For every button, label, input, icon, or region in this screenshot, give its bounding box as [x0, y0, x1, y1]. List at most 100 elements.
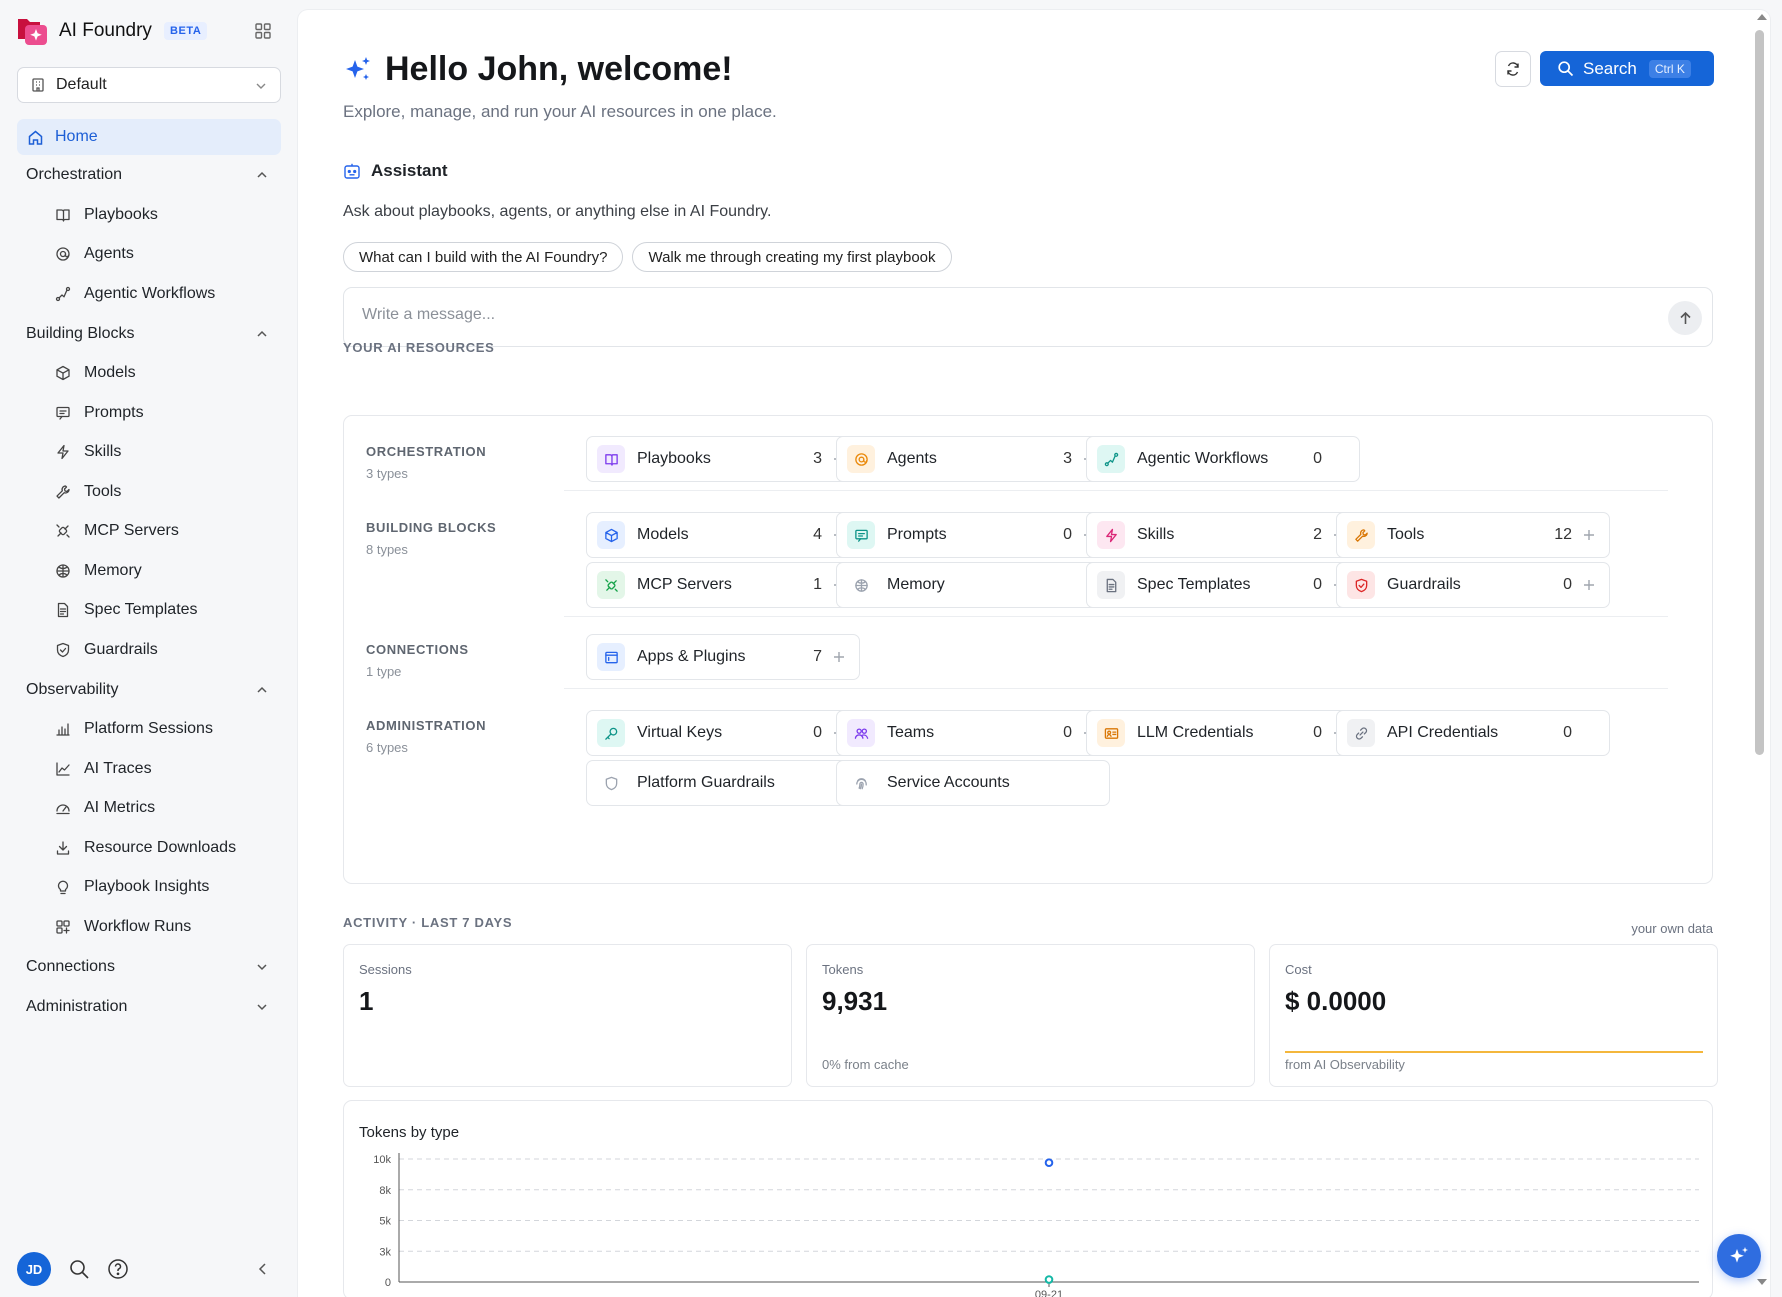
resource-card-platform-guardrails[interactable]: Platform Guardrails — [586, 760, 860, 806]
sidebar-item-home[interactable]: Home — [17, 119, 281, 155]
refresh-button[interactable] — [1495, 51, 1531, 87]
resource-card-tools[interactable]: Tools 12 — [1336, 512, 1610, 558]
resource-card-label: Apps & Plugins — [637, 648, 746, 665]
resource-card-teams[interactable]: Teams 0 — [836, 710, 1110, 756]
search-icon — [1558, 61, 1574, 77]
data-point[interactable] — [1044, 1275, 1054, 1284]
assistant-description: Ask about playbooks, agents, or anything… — [343, 203, 772, 220]
workspace-select[interactable]: Default — [17, 67, 281, 103]
nav-group-building-blocks[interactable]: Building Blocks — [17, 314, 281, 354]
chevron-up-icon — [255, 683, 269, 697]
sidebar-item-label: Tools — [84, 482, 122, 500]
stat-card-sessions: Sessions 1 — [343, 944, 792, 1087]
chevron-up-icon — [255, 327, 269, 341]
ai-metrics-icon — [55, 800, 71, 816]
sidebar-item-prompts[interactable]: Prompts — [17, 393, 281, 433]
send-button[interactable] — [1668, 301, 1702, 335]
scroll-down-arrow[interactable] — [1757, 1279, 1767, 1285]
sidebar-item-playbook-insights[interactable]: Playbook Insights — [17, 868, 281, 908]
sidebar-item-memory[interactable]: Memory — [17, 551, 281, 591]
stat-card-tokens: Tokens 9,931 0% from cache — [806, 944, 1255, 1087]
resource-card-guardrails[interactable]: Guardrails 0 — [1336, 562, 1610, 608]
data-point[interactable] — [1044, 1158, 1054, 1167]
resource-card-agents[interactable]: Agents 3 — [836, 436, 1110, 482]
resource-card-llm-credentials[interactable]: LLM Credentials 0 — [1086, 710, 1360, 756]
chevron-down-icon — [255, 1000, 269, 1014]
nav-group-connections[interactable]: Connections — [17, 947, 281, 987]
sidebar-item-models[interactable]: Models — [17, 354, 281, 394]
search-icon[interactable] — [68, 1258, 90, 1280]
brand[interactable]: AI Foundry BETA — [17, 15, 208, 47]
app-switcher-icon[interactable] — [254, 22, 272, 40]
message-composer[interactable]: Write a message... — [343, 287, 1713, 347]
suggestion-chip[interactable]: Walk me through creating my first playbo… — [632, 242, 952, 272]
assistant-fab-button[interactable] — [1717, 1234, 1761, 1278]
sidebar-item-label: Resource Downloads — [84, 838, 237, 856]
sidebar-item-spec-templates[interactable]: Spec Templates — [17, 591, 281, 631]
plus-icon[interactable] — [1581, 527, 1597, 543]
nav-group-administration[interactable]: Administration — [17, 987, 281, 1027]
sidebar: AI Foundry BETA Default Home Orchestrati… — [0, 0, 298, 1297]
resource-card-api-credentials[interactable]: API Credentials 0 — [1336, 710, 1610, 756]
sidebar-item-agentic-workflows[interactable]: Agentic Workflows — [17, 274, 281, 314]
sidebar-item-skills[interactable]: Skills — [17, 433, 281, 473]
resource-card-label: Tools — [1387, 526, 1425, 543]
help-icon[interactable] — [107, 1258, 129, 1280]
search-button[interactable]: Search Ctrl K — [1540, 51, 1714, 86]
page-subtitle: Explore, manage, and run your AI resourc… — [343, 102, 777, 121]
resource-card-label: Spec Templates — [1137, 576, 1251, 593]
y-tick-label: 8k — [379, 1185, 391, 1197]
resource-card-apps-and-plugins[interactable]: Apps & Plugins 7 — [586, 634, 860, 680]
ai-traces-icon — [55, 761, 71, 777]
resource-card-label: Virtual Keys — [637, 724, 723, 741]
sidebar-item-ai-metrics[interactable]: AI Metrics — [17, 789, 281, 829]
resource-card-mcp-servers[interactable]: MCP Servers 1 — [586, 562, 860, 608]
plug-icon — [597, 571, 625, 599]
nav-group-orchestration[interactable]: Orchestration — [17, 155, 281, 195]
resource-card-models[interactable]: Models 4 — [586, 512, 860, 558]
scroll-up-arrow[interactable] — [1757, 14, 1767, 20]
resource-card-playbooks[interactable]: Playbooks 3 — [586, 436, 860, 482]
resource-card-prompts[interactable]: Prompts 0 — [836, 512, 1110, 558]
sidebar-item-workflow-runs[interactable]: Workflow Runs — [17, 907, 281, 947]
message-input[interactable]: Write a message... — [362, 306, 495, 324]
welcome-heading: Hello John, welcome! — [385, 50, 733, 88]
sidebar-item-tools[interactable]: Tools — [17, 472, 281, 512]
workflow-icon — [1097, 445, 1125, 473]
sidebar-item-playbooks[interactable]: Playbooks — [17, 195, 281, 235]
sidebar-item-guardrails[interactable]: Guardrails — [17, 630, 281, 670]
spec-templates-icon — [55, 602, 71, 618]
plus-icon[interactable] — [1581, 577, 1597, 593]
resource-card-memory[interactable]: Memory — [836, 562, 1110, 608]
collapse-sidebar-icon[interactable] — [255, 1261, 271, 1277]
resource-card-skills[interactable]: Skills 2 — [1086, 512, 1360, 558]
resource-card-service-accounts[interactable]: Service Accounts — [836, 760, 1110, 806]
resource-card-agentic-workflows[interactable]: Agentic Workflows 0 — [1086, 436, 1360, 482]
sidebar-item-mcp-servers[interactable]: MCP Servers — [17, 512, 281, 552]
ai-foundry-logo-icon — [17, 15, 49, 47]
resource-card-virtual-keys[interactable]: Virtual Keys 0 — [586, 710, 860, 756]
stat-value: 9,931 — [822, 986, 888, 1016]
resource-card-spec-templates[interactable]: Spec Templates 0 — [1086, 562, 1360, 608]
scrollbar-thumb[interactable] — [1755, 30, 1764, 755]
resource-count: 0 — [1563, 576, 1572, 593]
divider — [564, 688, 1668, 689]
avatar[interactable]: JD — [17, 1252, 51, 1286]
sidebar-item-platform-sessions[interactable]: Platform Sessions — [17, 710, 281, 750]
sidebar-item-label: Memory — [84, 561, 142, 579]
sidebar-item-resource-downloads[interactable]: Resource Downloads — [17, 828, 281, 868]
nav-group-label: Observability — [26, 680, 119, 698]
suggestion-chip[interactable]: What can I build with the AI Foundry? — [343, 242, 624, 272]
activity-scope-note: your own data — [1631, 921, 1713, 936]
sidebar-item-agents[interactable]: Agents — [17, 235, 281, 275]
resource-section-count: 1 type — [366, 664, 402, 679]
resource-count: 0 — [1063, 526, 1072, 543]
divider — [564, 616, 1668, 617]
stat-label: Cost — [1285, 962, 1312, 977]
resource-section-label: BUILDING BLOCKS — [366, 520, 497, 535]
sidebar-item-ai-traces[interactable]: AI Traces — [17, 749, 281, 789]
window-icon — [597, 643, 625, 671]
nav-group-observability[interactable]: Observability — [17, 670, 281, 710]
page-title: Hello John, welcome! — [343, 50, 733, 89]
plus-icon[interactable] — [831, 649, 847, 665]
